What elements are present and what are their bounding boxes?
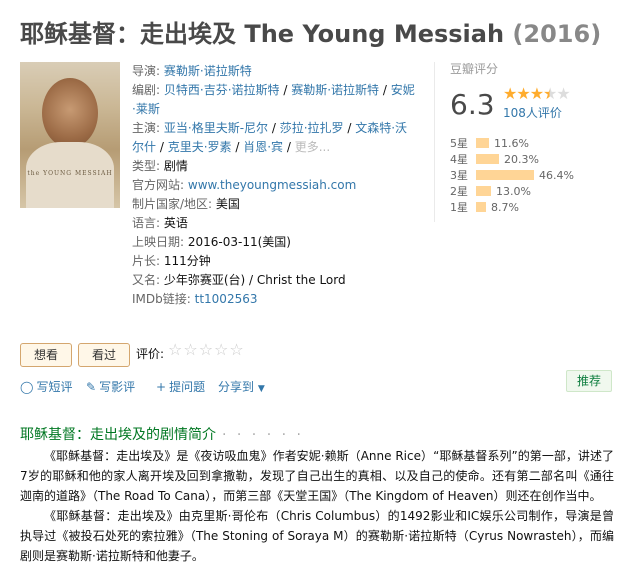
recommend-button[interactable]: 推荐 xyxy=(566,370,612,392)
separator: / xyxy=(268,121,280,135)
rating-header: 豆瓣评分 xyxy=(450,62,499,76)
writer-link[interactable]: 贝特西·吉芬·诺拉斯特 xyxy=(164,83,280,97)
separator: / xyxy=(156,140,168,154)
rating-stars: ★★★★★ xyxy=(503,84,571,103)
cast-link[interactable]: 克里夫·罗素 xyxy=(168,140,232,154)
chevron-down-icon: ▼ xyxy=(257,384,265,394)
country-label: 制片国家/地区: xyxy=(132,197,213,211)
separator: / xyxy=(379,83,391,97)
cast-link[interactable]: 亚当·格里夫斯-尼尔 xyxy=(164,121,268,135)
release-value: 2016-03-11(美国) xyxy=(187,235,291,249)
rating-row-pct: 46.4% xyxy=(539,168,574,182)
separator: / xyxy=(343,121,356,135)
rating-bar xyxy=(476,170,534,180)
site-label: 官方网站: xyxy=(132,178,185,192)
summary-title: 耶稣基督：走出埃及的剧情简介 xyxy=(20,427,216,443)
country-value: 美国 xyxy=(215,197,240,211)
genre-value: 剧情 xyxy=(163,159,188,173)
rating-row-pct: 8.7% xyxy=(491,200,519,214)
rate-label: 评价: xyxy=(136,347,165,361)
poster-face xyxy=(42,78,98,148)
write-long-review-button[interactable]: ✎ 写影评 xyxy=(86,378,135,395)
genre-label: 类型: xyxy=(132,159,161,173)
rating-row-1: 1星 8.7% xyxy=(450,200,620,215)
title-dots: · · · · · · xyxy=(222,427,304,443)
rating-bar xyxy=(476,186,491,196)
movie-info: 导演: 赛勒斯·诺拉斯特 编剧: 贝特西·吉芬·诺拉斯特 / 赛勒斯·诺拉斯特 … xyxy=(132,62,418,309)
rating-row-pct: 13.0% xyxy=(496,184,531,198)
rating-row-label: 3星 xyxy=(450,169,468,182)
star-full-icon: ★ xyxy=(516,84,530,103)
imdb-link[interactable]: tt1002563 xyxy=(195,292,258,306)
rating-panel: 豆瓣评分 6.3 ★★★★★ 108人评价 5星 11.6% 4星 20.3% 3星… xyxy=(434,62,630,222)
plot-summary: 《耶稣基督：走出埃及》是《夜访吸血鬼》作者安妮·赖斯（Anne Rice）“耶稣… xyxy=(20,446,614,566)
rating-score: 6.3 xyxy=(450,88,495,121)
cast-link[interactable]: 莎拉·拉扎罗 xyxy=(280,121,344,135)
language-value: 英语 xyxy=(163,216,188,230)
language-label: 语言: xyxy=(132,216,161,230)
want-to-watch-button[interactable]: 想看 xyxy=(20,343,72,367)
writer-link[interactable]: 赛勒斯·诺拉斯特 xyxy=(291,83,379,97)
writer-label: 编剧: xyxy=(132,83,161,97)
rating-row-label: 5星 xyxy=(450,137,468,150)
ask-question-label: 提问题 xyxy=(169,380,206,394)
rate-stars-input[interactable]: ☆☆☆☆☆ xyxy=(168,340,245,359)
section-title: 耶稣基督：走出埃及的剧情简介 · · · · · · xyxy=(20,424,304,444)
official-site-link[interactable]: www.theyoungmessiah.com xyxy=(188,178,356,192)
star-half-icon: ★ xyxy=(543,84,557,103)
rating-distribution: 5星 11.6% 4星 20.3% 3星 46.4% 2星 13.0% 1星 8.7% xyxy=(450,136,620,216)
rating-row-label: 2星 xyxy=(450,185,468,198)
cast-link[interactable]: 肖恩·宾 xyxy=(243,140,283,154)
rating-row-4: 4星 20.3% xyxy=(450,152,620,167)
rating-row-label: 1星 xyxy=(450,201,468,214)
director-label: 导演: xyxy=(132,64,161,78)
summary-paragraph: 《耶稣基督：走出埃及》是《夜访吸血鬼》作者安妮·赖斯（Anne Rice）“耶稣… xyxy=(20,449,614,503)
movie-year: (2016) xyxy=(512,20,602,48)
plus-icon: + xyxy=(156,380,167,394)
rating-row-5: 5星 11.6% xyxy=(450,136,620,151)
runtime-label: 片长: xyxy=(132,254,161,268)
imdb-label: IMDb链接: xyxy=(132,292,191,306)
movie-title-main: 耶稣基督：走出埃及 The Young Messiah xyxy=(20,20,505,48)
poster-text: the YOUNG MESSIAH xyxy=(27,170,113,177)
pencil-icon: ✎ xyxy=(86,380,97,394)
star-empty-icon: ★ xyxy=(556,84,570,103)
cast-label: 主演: xyxy=(132,121,161,135)
rating-bar xyxy=(476,138,489,148)
comment-icon: ◯ xyxy=(20,380,34,394)
separator: / xyxy=(283,140,295,154)
star-full-icon: ★ xyxy=(529,84,544,103)
watched-button[interactable]: 看过 xyxy=(78,343,130,367)
aka-value: 少年弥赛亚(台) / Christ the Lord xyxy=(163,273,346,287)
runtime-value: 111分钟 xyxy=(163,254,211,268)
separator: / xyxy=(231,140,244,154)
movie-title: 耶稣基督：走出埃及 The Young Messiah (2016) xyxy=(20,14,601,49)
summary-paragraph: 《耶稣基督：走出埃及》由克里斯·哥伦布（Chris Columbus）的1492… xyxy=(20,509,614,563)
rating-row-pct: 20.3% xyxy=(504,152,539,166)
separator: / xyxy=(279,83,292,97)
write-review-label: 写短评 xyxy=(36,380,73,394)
star-full-icon: ★ xyxy=(503,84,517,103)
share-button[interactable]: 分享到 ▼ xyxy=(218,378,265,395)
rating-bar xyxy=(476,154,499,164)
cast-more-link[interactable]: 更多... xyxy=(295,140,330,154)
release-label: 上映日期: xyxy=(132,235,185,249)
rating-bar xyxy=(476,202,486,212)
movie-poster[interactable]: the YOUNG MESSIAH xyxy=(20,62,120,208)
aka-label: 又名: xyxy=(132,273,161,287)
rating-row-2: 2星 13.0% xyxy=(450,184,620,199)
share-label: 分享到 xyxy=(218,380,255,394)
rating-row-pct: 11.6% xyxy=(494,136,529,150)
write-review-button[interactable]: ◯ 写短评 xyxy=(20,378,72,395)
rating-row-3: 3星 46.4% xyxy=(450,168,620,183)
write-long-review-label: 写影评 xyxy=(99,380,136,394)
ask-question-button[interactable]: + 提问题 xyxy=(156,378,205,395)
rating-row-label: 4星 xyxy=(450,153,468,166)
director-link[interactable]: 赛勒斯·诺拉斯特 xyxy=(164,64,252,78)
rating-count-link[interactable]: 108人评价 xyxy=(503,104,562,121)
